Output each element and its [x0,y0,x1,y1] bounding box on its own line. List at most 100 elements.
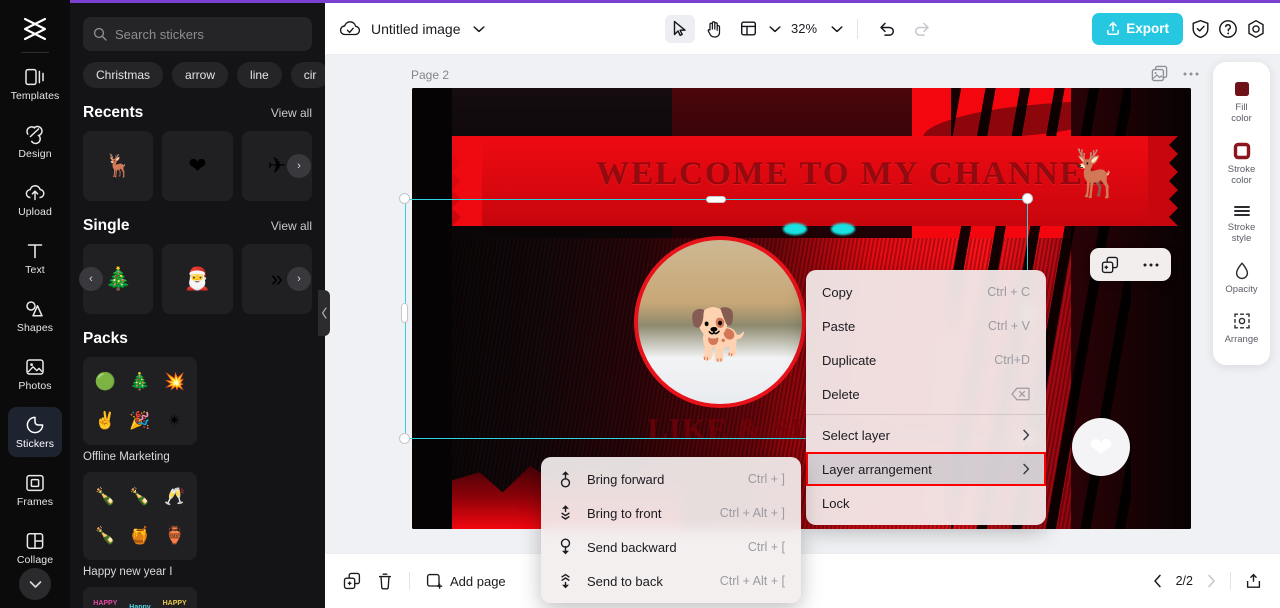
submenu-item-send-backward[interactable]: Send backward Ctrl + [ [541,530,801,564]
capcut-logo-icon[interactable] [15,10,55,48]
select-tool-button[interactable] [665,14,695,43]
sticker-cell[interactable]: ❤ [162,131,233,201]
property-label: Opacity [1225,283,1258,295]
search-input[interactable]: Search stickers [83,17,312,51]
sticker-pack[interactable]: HAPPY NEW YEAR Happy New Year HAPPY NEW YE… [83,587,197,608]
property-fill-color[interactable]: Fill color [1213,72,1270,134]
property-label: Arrange [1224,334,1259,346]
recents-next-arrow[interactable]: › [287,154,311,178]
tag-chip[interactable]: Christmas [83,62,164,88]
zoom-level[interactable]: 32% [791,21,817,36]
property-arrange[interactable]: Arrange [1213,304,1270,355]
submenu-label: Send backward [587,539,677,555]
view-all-link[interactable]: View all [271,106,312,120]
sidebar-item-frames[interactable]: Frames [8,465,62,515]
duplicate-icon[interactable] [1101,256,1119,274]
sticker-cell[interactable]: 🎅 [162,244,233,314]
layout-tool-button[interactable] [733,15,763,43]
section-title: Single [83,217,130,234]
page-thumbnail-icon[interactable] [1151,65,1168,82]
tag-chip[interactable]: line [237,62,282,88]
hand-tool-button[interactable] [699,15,729,43]
export-small-icon[interactable] [1245,573,1262,590]
sidebar-item-templates[interactable]: Templates [8,59,62,109]
context-menu-item-select-layer[interactable]: Select layer [806,418,1046,452]
sticker-cell[interactable]: 🦌 [83,131,154,201]
panel-collapse-handle[interactable] [318,290,330,336]
context-menu-item-lock[interactable]: Lock [806,486,1046,520]
tag-chip[interactable]: arrow [172,62,229,88]
sidebar-item-label: Collage [16,553,54,566]
single-prev-arrow[interactable]: ‹ [79,267,103,291]
property-label-2: color [1231,112,1252,124]
canvas-stage[interactable]: Page 2 WELCOME TO MY CHANNEL 🦌 🐕 LIKE & … [325,55,1280,553]
property-opacity[interactable]: Opacity [1213,254,1270,305]
selection-handle-top-left[interactable] [399,193,410,204]
add-page-icon [426,573,443,590]
export-button[interactable]: Export [1092,12,1183,45]
undo-button[interactable] [872,15,902,43]
view-all-link[interactable]: View all [271,219,312,233]
submenu-item-bring-to-front[interactable]: Bring to front Ctrl + Alt + ] [541,496,801,530]
tag-chip[interactable]: cir [290,62,325,88]
sidebar-item-text[interactable]: Text [8,233,62,283]
context-menu-item-copy[interactable]: Copy Ctrl + C [806,275,1046,309]
left-rail: Templates Design Upload Text Shapes Photos Sti… [0,0,70,608]
duplicate-page-icon[interactable] [343,572,361,590]
sticker-pack[interactable]: 🟢 🎄 💥 ✌ 🎉 ✴ Offline Marketing [83,357,197,463]
sidebar-item-photos[interactable]: Photos [8,349,62,399]
page-tools [1151,65,1200,82]
sidebar-item-label: Shapes [16,321,54,334]
context-menu-item-paste[interactable]: Paste Ctrl + V [806,309,1046,343]
deer-sticker[interactable]: 🦌 [1067,146,1124,201]
property-stroke-color[interactable]: Stroke color [1213,134,1270,196]
submenu-item-bring-forward[interactable]: Bring forward Ctrl + ] [541,462,801,496]
context-menu-item-layer-arrangement[interactable]: Layer arrangement [806,452,1046,486]
context-menu-item-delete[interactable]: Delete [806,377,1046,411]
sidebar-item-label: Design [18,147,52,160]
floating-more-icon[interactable] [1142,262,1160,268]
selection-handle-top-right[interactable] [1022,193,1033,204]
section-header-single: Single View all [70,217,325,235]
single-next-arrow[interactable]: › [287,267,311,291]
sticker-pack[interactable]: 🍾 🍾 🥂 🍾 🍯 🏺 Happy new year I [83,472,197,578]
selection-handle-left[interactable] [401,303,408,323]
context-menu-item-duplicate[interactable]: Duplicate Ctrl+D [806,343,1046,377]
context-menu-divider [806,414,1046,415]
object-properties-toolbar: Fill color Stroke color Stroke style Opacity Ar… [1213,62,1270,366]
page-more-icon[interactable] [1182,71,1200,77]
heart-sticker[interactable]: ❤ [1072,418,1130,476]
rail-more-button[interactable] [19,568,51,600]
settings-icon[interactable] [1246,19,1266,39]
app-root: Templates Design Upload Text Shapes Photos Sti… [0,0,1280,608]
sticker-thumb: HAPPY NEW YEAR [162,600,187,608]
sticker-thumb: 🍯 [129,526,151,545]
sidebar-item-stickers[interactable]: Stickers [8,407,62,457]
sticker-thumb: ✴ [167,411,182,430]
trash-icon[interactable] [377,572,393,590]
add-page-button[interactable]: Add page [426,573,506,590]
cloud-sync-icon[interactable] [339,20,361,38]
help-icon[interactable] [1218,19,1238,39]
zoom-chevron-down-icon[interactable] [831,25,843,33]
bottom-divider [409,572,410,590]
sidebar-item-label: Upload [18,205,52,218]
property-label-2: color [1231,174,1252,186]
document-title[interactable]: Untitled image [371,21,461,37]
selection-handle-top[interactable] [706,196,726,203]
layout-chevron-down-icon[interactable] [769,25,781,33]
sidebar-item-shapes[interactable]: Shapes [8,291,62,341]
redo-button[interactable] [906,15,936,43]
chevron-left-icon[interactable] [1153,574,1162,588]
submenu-item-send-to-back[interactable]: Send to back Ctrl + Alt + [ [541,564,801,598]
selection-handle-bottom-left[interactable] [399,433,410,444]
sidebar-item-upload[interactable]: Upload [8,175,62,225]
sidebar-item-design[interactable]: Design [8,117,62,167]
chevron-right-icon[interactable] [1207,574,1216,588]
context-menu-label: Select layer [822,427,890,443]
text-icon [24,241,46,261]
title-chevron-down-icon[interactable] [472,25,485,33]
property-stroke-style[interactable]: Stroke style [1213,196,1270,254]
shield-icon[interactable] [1191,19,1210,39]
sidebar-item-collage[interactable]: Collage [8,523,62,573]
